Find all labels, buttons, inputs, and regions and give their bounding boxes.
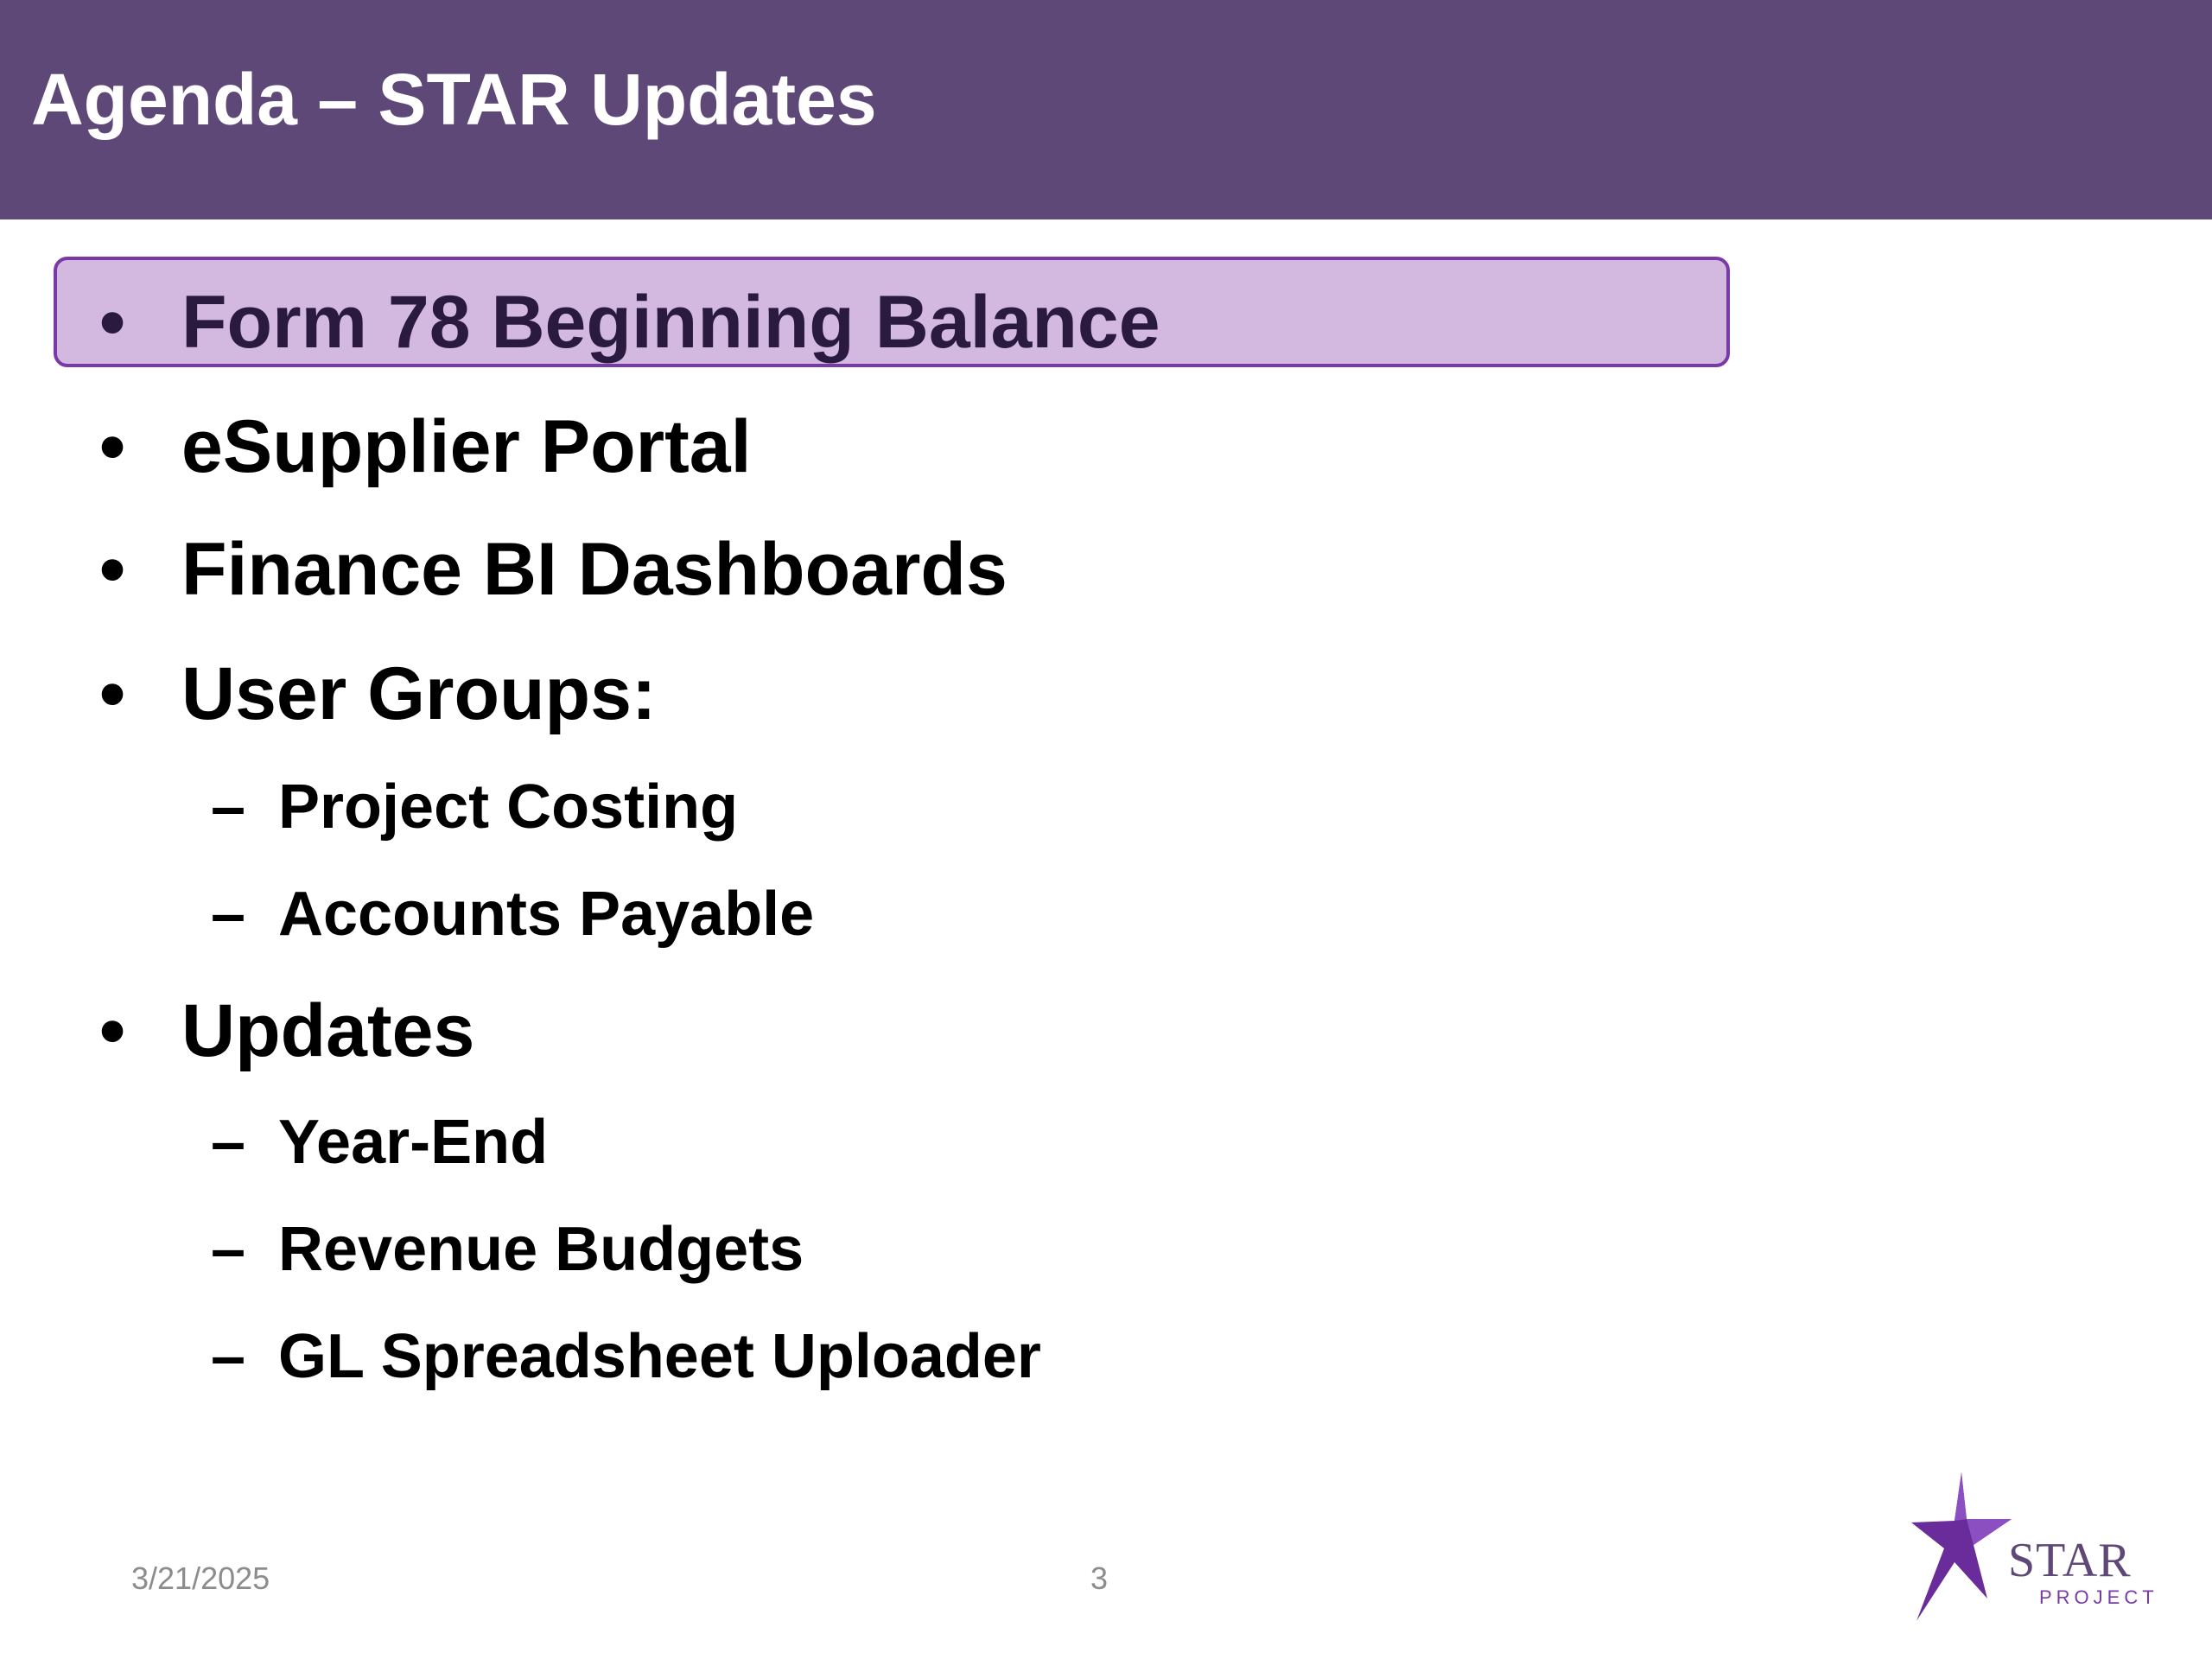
agenda-subitem-label: Project Costing <box>278 772 739 842</box>
agenda-subitem-label: Revenue Budgets <box>278 1215 804 1284</box>
bullet-icon: • <box>99 405 126 488</box>
dash-icon: – <box>210 880 246 949</box>
dash-icon: – <box>210 1215 246 1284</box>
dash-icon: – <box>210 1322 246 1391</box>
dash-icon: – <box>210 772 246 842</box>
star-project-logo: STAR PROJECT <box>1910 1469 2169 1624</box>
slide: Agenda – STAR Updates • Form 78 Beginnin… <box>0 0 2212 1659</box>
star-icon <box>1911 1472 2012 1621</box>
dash-icon: – <box>210 1108 246 1177</box>
bullet-icon: • <box>99 989 126 1072</box>
bullet-icon: • <box>99 652 126 735</box>
page-number: 3 <box>1090 1560 1109 1596</box>
agenda-item-label: eSupplier Portal <box>181 405 752 488</box>
agenda-item-label: Finance BI Dashboards <box>181 528 1007 611</box>
agenda-item-label: User Groups: <box>181 652 657 735</box>
slide-title: Agenda – STAR Updates <box>31 59 877 140</box>
logo-subtitle: PROJECT <box>2039 1586 2158 1608</box>
agenda-subitem-label: Year-End <box>278 1108 549 1177</box>
agenda-subitem-label: GL Spreadsheet Uploader <box>278 1322 1041 1391</box>
agenda-item-label: Updates <box>181 989 475 1072</box>
logo-word: STAR <box>2008 1534 2132 1587</box>
bullet-icon: • <box>99 528 126 611</box>
footer-date: 3/21/2025 <box>131 1560 270 1596</box>
bullet-icon: • <box>99 281 126 364</box>
title-bar: Agenda – STAR Updates <box>0 0 2212 219</box>
agenda-item-label: Form 78 Beginning Balance <box>181 281 1160 364</box>
agenda-subitem-label: Accounts Payable <box>278 880 815 949</box>
